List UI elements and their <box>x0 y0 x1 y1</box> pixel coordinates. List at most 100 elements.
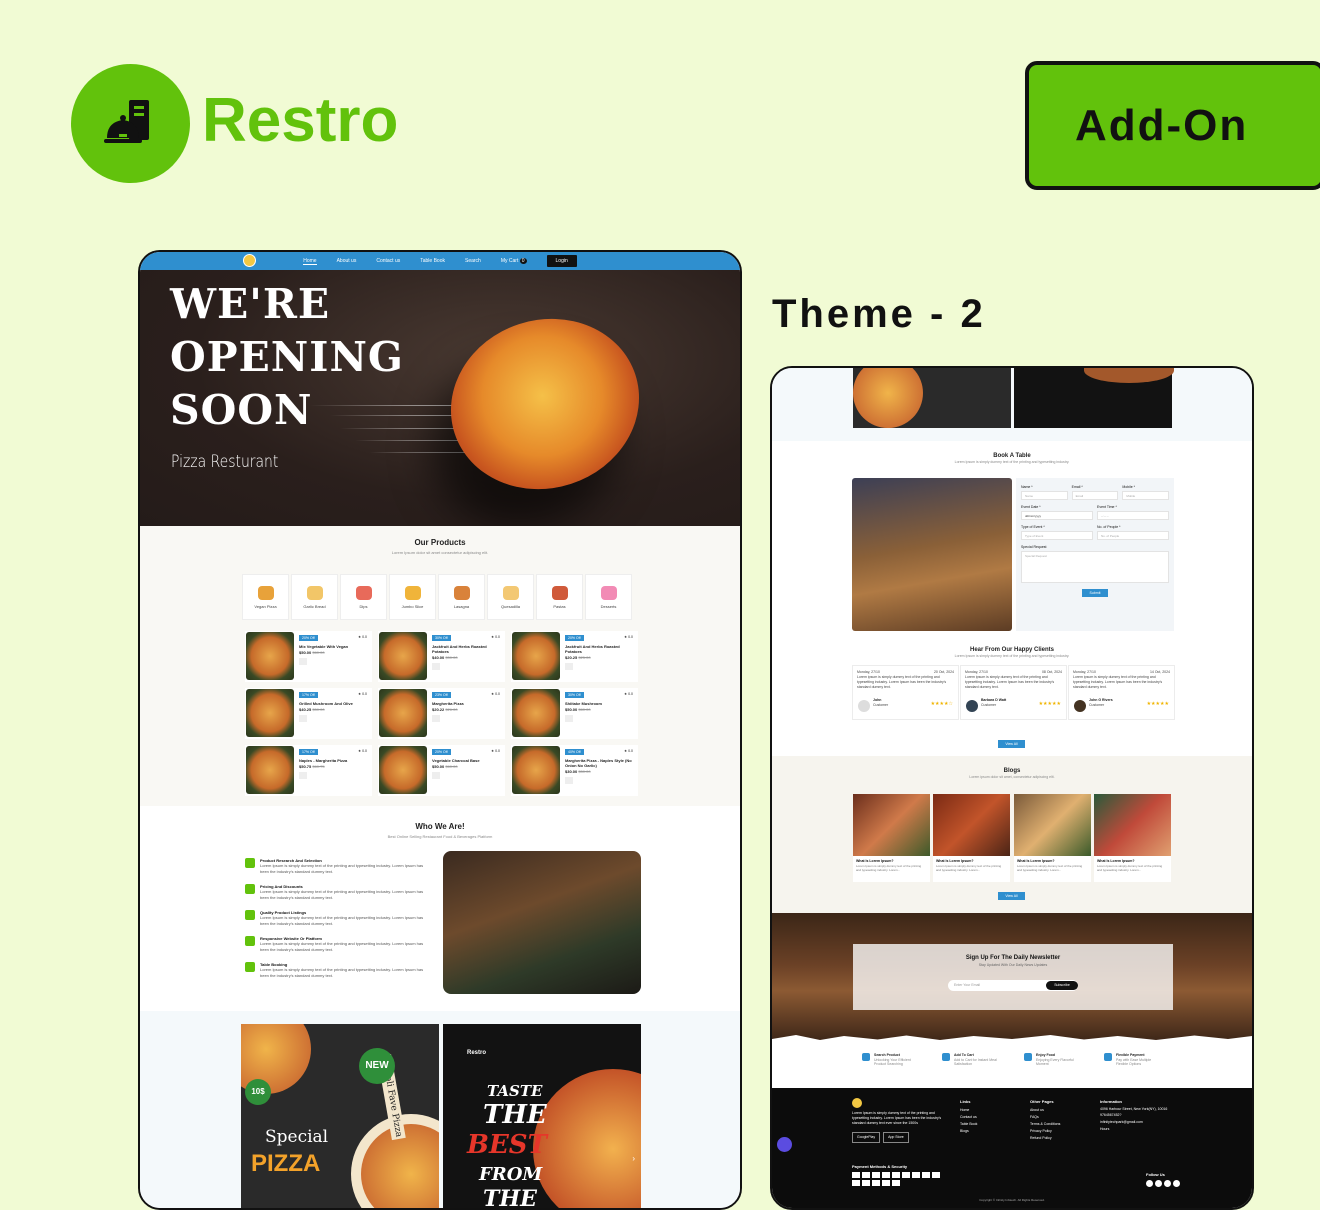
check-icon <box>245 884 255 894</box>
discount-badge: 30% Off <box>565 692 584 698</box>
testimonials-section: Hear From Our Happy Clients Lorem Ipsum … <box>772 641 1252 756</box>
google-play-button[interactable]: GooglePlay <box>852 1132 881 1143</box>
nav-cart[interactable]: My Cart 0 <box>501 258 527 264</box>
product-image <box>379 746 427 794</box>
category-desserts[interactable]: Desserts <box>585 574 632 620</box>
list-item: Pricing And Discounts Lorem Ipsum is simp… <box>245 884 430 901</box>
discount-badge: 20% Off <box>432 749 451 755</box>
login-button[interactable]: Login <box>546 255 577 267</box>
event-date-input[interactable]: dd/mm/yyyy <box>1021 511 1093 520</box>
mobile-input[interactable]: Mobile <box>1122 491 1170 500</box>
site-logo[interactable] <box>243 254 256 267</box>
avatar <box>1074 700 1086 712</box>
promo-banner-taste[interactable]: Restro TASTE THE BEST FROM THE › <box>443 1024 641 1208</box>
blog-card[interactable]: What Is Lorem Ipsum? Lorem Ipsum is simpl… <box>853 794 930 882</box>
category-jumbo-slice[interactable]: Jumbo Slice <box>389 574 436 620</box>
carousel-next-icon[interactable]: › <box>632 1154 635 1163</box>
product-card[interactable]: 23% Off ★ 0.0 Margherita Pizza $20.22 $26.0… <box>378 688 505 739</box>
payment-method-icon <box>862 1180 870 1186</box>
add-to-cart-icon[interactable] <box>565 663 573 670</box>
category-garlic-bread[interactable]: Garlic Bread <box>291 574 338 620</box>
twitter-icon[interactable] <box>1173 1180 1180 1187</box>
footer-link[interactable]: Table Book <box>960 1121 977 1128</box>
dip-icon <box>355 585 372 600</box>
review-card: Monday, 27/10 08 Oct, 2024 Lorem ipsum is … <box>960 665 1067 720</box>
footer-link[interactable]: Refund Policy <box>1030 1135 1060 1142</box>
who-subtitle: Best Online Selling Restaurant Food & Be… <box>387 834 493 839</box>
product-card[interactable]: 17% Off ★ 0.0 Naples - Margherita Pizza $50… <box>245 745 372 796</box>
add-to-cart-icon[interactable] <box>432 663 440 670</box>
category-pastas[interactable]: Pastas <box>536 574 583 620</box>
product-card[interactable]: 40% Off ★ 0.0 Margherita Pizza - Naples St… <box>511 745 638 796</box>
app-store-button[interactable]: App Store <box>883 1132 909 1143</box>
chat-button[interactable] <box>777 1137 792 1152</box>
category-quesadilla[interactable]: Quesadilla <box>487 574 534 620</box>
product-card[interactable]: 20% Off ★ 0.0 Jackfruit And Herbs Roasted … <box>511 631 638 682</box>
add-to-cart-icon[interactable] <box>299 772 307 779</box>
add-to-cart-icon[interactable] <box>299 715 307 722</box>
nav-table-book[interactable]: Table Book <box>420 258 445 264</box>
blog-card[interactable]: What Is Lorem Ipsum? Lorem Ipsum is simpl… <box>933 794 1010 882</box>
discount-badge: 17% Off <box>299 692 318 698</box>
add-to-cart-icon[interactable] <box>565 715 573 722</box>
blog-card[interactable]: What Is Lorem Ipsum? Lorem Ipsum is simpl… <box>1014 794 1091 882</box>
item-desc: Lorem Ipsum is simply dummy text of the … <box>260 863 424 874</box>
feature-desc: Add to Cart for Instant Meal Satisfactio… <box>954 1057 997 1067</box>
youtube-icon[interactable] <box>1164 1180 1171 1187</box>
product-card[interactable]: 30% Off ★ 0.0 Shiitake Mushroom $50.00 $60.… <box>511 688 638 739</box>
theme-label: Theme - 2 <box>772 292 986 336</box>
payment-method-icon <box>852 1180 860 1186</box>
product-price: $30.00 <box>565 769 578 774</box>
facebook-icon[interactable] <box>1146 1180 1153 1187</box>
footer-link[interactable]: Terms & Conditions <box>1030 1121 1060 1128</box>
nav-contact[interactable]: Contact us <box>376 258 400 264</box>
footer-link[interactable]: Blogs <box>960 1128 977 1135</box>
footer-link[interactable]: Contact us <box>960 1114 977 1121</box>
name-input[interactable]: Name <box>1021 491 1068 500</box>
blog-card[interactable]: What Is Lorem Ipsum? Lorem Ipsum is simpl… <box>1094 794 1171 882</box>
payment-method-icon <box>902 1172 910 1178</box>
submit-button[interactable]: Submit <box>1082 589 1108 597</box>
product-card[interactable]: 20% Off ★ 0.0 Vegetable Charcoal Base $50.0… <box>378 745 505 796</box>
promo-banner-special[interactable]: Napoli Fave Pizza NEW 10$ Special PIZZA <box>241 1024 439 1208</box>
promo-banner-oven[interactable] <box>1014 368 1174 428</box>
add-to-cart-icon[interactable] <box>432 772 440 779</box>
nav-about[interactable]: About us <box>337 258 357 264</box>
special-request-textarea[interactable]: Special Request <box>1021 551 1169 583</box>
people-input[interactable]: No. of People <box>1097 531 1169 540</box>
promo-banner-special[interactable] <box>853 368 1011 428</box>
subscribe-button[interactable]: Subscribe <box>1046 981 1078 990</box>
product-card[interactable]: 17% Off ★ 0.0 Grilled Mushroom And Olive $4… <box>245 688 372 739</box>
product-name: Margherita Pizza <box>432 701 464 706</box>
blog-image <box>853 794 930 856</box>
product-image <box>512 689 560 737</box>
view-all-reviews-button[interactable]: View All <box>998 740 1025 748</box>
event-time-input[interactable]: --:-- -- <box>1097 511 1169 520</box>
footer-link[interactable]: Privacy Policy <box>1030 1128 1060 1135</box>
blog-image <box>933 794 1010 856</box>
category-vegan-pizza[interactable]: Vegan Pizza <box>242 574 289 620</box>
discount-badge: 23% Off <box>432 692 451 698</box>
footer-link[interactable]: About us <box>1030 1107 1060 1114</box>
category-dips[interactable]: Dips <box>340 574 387 620</box>
instagram-icon[interactable] <box>1155 1180 1162 1187</box>
pizza-icon <box>257 585 274 600</box>
footer-email[interactable]: infinitytechpark@gmail.com <box>1100 1119 1175 1126</box>
view-all-blogs-button[interactable]: View All <box>998 892 1025 900</box>
add-to-cart-icon[interactable] <box>565 777 573 784</box>
product-card[interactable]: 20% Off ★ 0.0 Mix Vegetable With Vegan $50.… <box>245 631 372 682</box>
nav-home[interactable]: Home <box>303 258 317 265</box>
event-type-input[interactable]: Type of Event <box>1021 531 1093 540</box>
email-input[interactable]: Email <box>1071 491 1119 500</box>
add-to-cart-icon[interactable] <box>432 715 440 722</box>
product-card[interactable]: 30% Off ★ 0.0 Jackfruit And Herbs Roasted … <box>378 631 505 682</box>
add-to-cart-icon[interactable] <box>299 658 307 665</box>
footer-link[interactable]: FAQs <box>1030 1114 1060 1121</box>
blog-title: What Is Lorem Ipsum? <box>936 859 974 863</box>
product-old-price: $60.00 <box>578 707 591 712</box>
footer-phone[interactable]: 9764567452? <box>1100 1112 1175 1119</box>
nav-search[interactable]: Search <box>465 258 481 264</box>
blog-desc: Lorem Ipsum is simply dummy text of the … <box>856 864 922 872</box>
footer-link[interactable]: Home <box>960 1107 977 1114</box>
category-lasagna[interactable]: Lasagna <box>438 574 485 620</box>
